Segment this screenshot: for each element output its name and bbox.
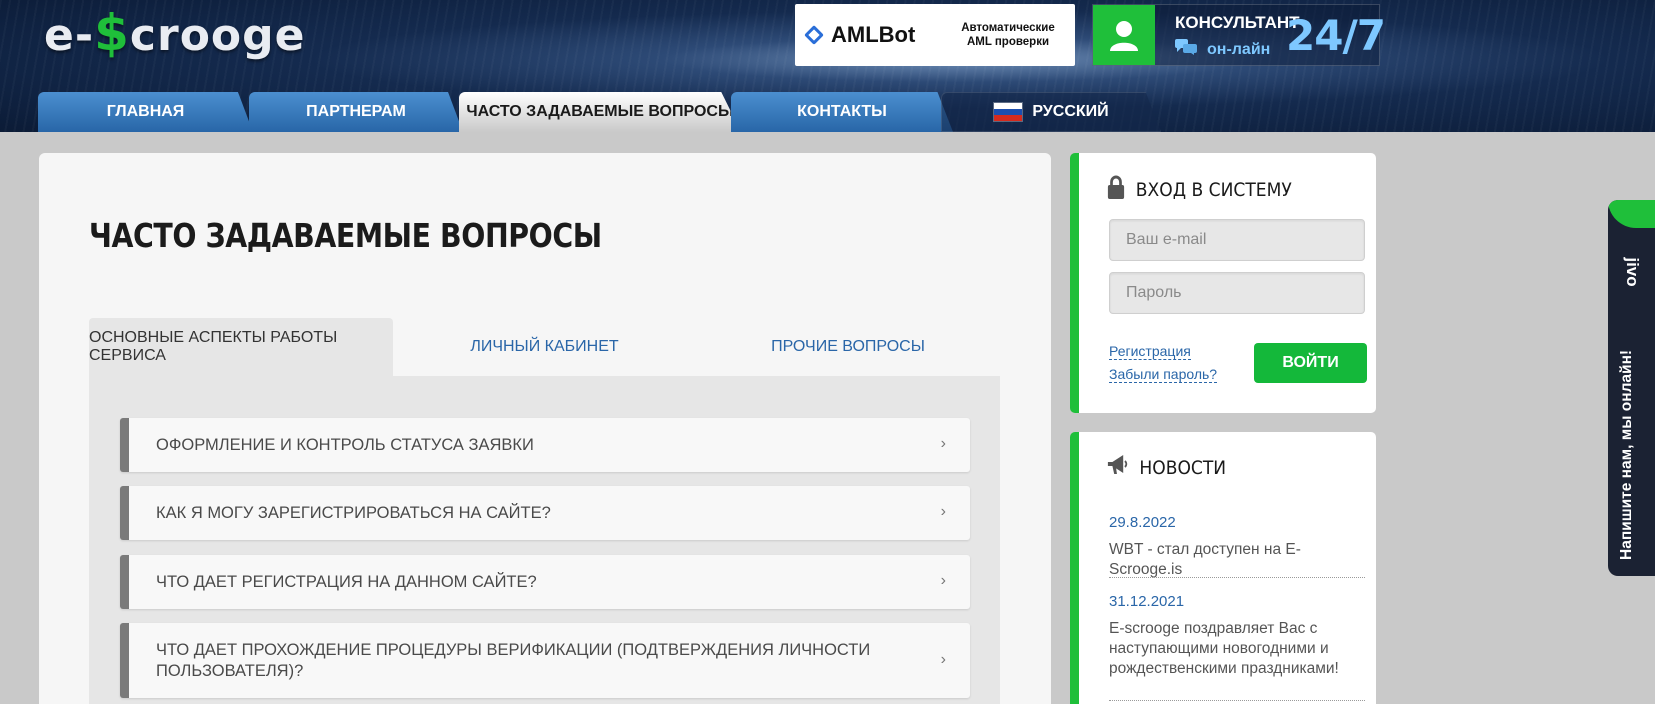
tab-personal-account[interactable]: Личный кабинет xyxy=(393,318,696,376)
faq-question: Как я могу зарегистрироваться на сайте? xyxy=(156,503,551,522)
chevron-right-icon: › xyxy=(940,572,946,589)
news-item[interactable]: 31.12.2021 E-scrooge поздравляет Вас с н… xyxy=(1109,593,1365,679)
password-field[interactable] xyxy=(1109,272,1365,314)
chat-bubbles-icon xyxy=(1175,39,1197,60)
news-card: Новости 29.8.2022 WBT - стал доступен на… xyxy=(1070,432,1376,704)
register-link[interactable]: Регистрация xyxy=(1109,343,1191,360)
tab-service-basics[interactable]: Основные аспекты работы сервиса xyxy=(89,318,393,376)
amlbot-banner[interactable]: AMLBot Автоматические AML проверки xyxy=(795,4,1075,66)
news-divider xyxy=(1109,700,1365,701)
nav-language[interactable]: Русский xyxy=(941,92,1161,132)
faq-item[interactable]: Оформление и контроль статуса заявки › xyxy=(120,418,970,472)
news-date: 31.12.2021 xyxy=(1109,593,1185,610)
news-title: Новости xyxy=(1107,454,1226,481)
lock-icon xyxy=(1107,175,1125,204)
consultant-status: он-лайн xyxy=(1207,40,1271,58)
chevron-right-icon: › xyxy=(940,435,946,452)
login-card: Вход в систему Регистрация Забыли пароль… xyxy=(1070,153,1376,413)
email-field[interactable] xyxy=(1109,219,1365,261)
news-date: 29.8.2022 xyxy=(1109,514,1176,531)
news-title-text: Новости xyxy=(1139,456,1227,479)
news-text: E-scrooge поздравляет Вас с наступающими… xyxy=(1109,620,1339,677)
faq-tabs: Основные аспекты работы сервиса Личный к… xyxy=(89,318,1000,376)
consultant-text: КОНСУЛЬТАНТ он-лайн xyxy=(1155,5,1300,65)
news-text: WBT - стал доступен на E-Scrooge.is xyxy=(1109,541,1301,578)
forgot-password-link[interactable]: Забыли пароль? xyxy=(1109,366,1218,383)
consultant-online: он-лайн xyxy=(1175,39,1300,60)
user-icon xyxy=(1093,5,1155,65)
nav-contacts[interactable]: Контакты xyxy=(731,92,953,132)
faq-item[interactable]: Как я могу зарегистрироваться на сайте? … xyxy=(120,486,970,540)
login-title: Вход в систему xyxy=(1107,175,1292,204)
faq-question: Что дает регистрация на данном сайте? xyxy=(156,572,537,591)
logo-prefix: e- xyxy=(44,10,95,61)
consultant-title: КОНСУЛЬТАНТ xyxy=(1175,13,1300,32)
page-title: ЧАСТО ЗАДАВАЕМЫЕ ВОПРОСЫ xyxy=(89,216,602,255)
login-button[interactable]: Войти xyxy=(1254,343,1367,383)
news-divider xyxy=(1109,577,1365,578)
faq-question: Что дает прохождение процедуры верификац… xyxy=(156,640,871,680)
jivo-prompt: Напишите нам, мы онлайн! xyxy=(1618,349,1635,560)
logo-suffix: crooge xyxy=(129,10,306,61)
amlbot-tagline: Автоматические AML проверки xyxy=(953,21,1063,49)
logo-dollar: $ xyxy=(94,4,130,62)
main-content: ЧАСТО ЗАДАВАЕМЫЕ ВОПРОСЫ Основные аспект… xyxy=(39,153,1051,704)
russia-flag-icon xyxy=(993,102,1024,122)
amlbot-diamond-icon xyxy=(804,25,824,45)
faq-question: Оформление и контроль статуса заявки xyxy=(156,435,534,454)
faq-item[interactable]: Что дает регистрация на данном сайте? › xyxy=(120,555,970,609)
nav-home[interactable]: Главная xyxy=(38,92,253,132)
language-label: Русский xyxy=(1032,103,1109,120)
tab-other-questions[interactable]: Прочие вопросы xyxy=(696,318,1000,376)
jivo-leaf-icon xyxy=(1608,200,1655,228)
login-title-text: Вход в систему xyxy=(1135,178,1292,201)
news-item[interactable]: 29.8.2022 WBT - стал доступен на E-Scroo… xyxy=(1109,514,1365,580)
jivo-logo: jivo xyxy=(1623,257,1642,287)
chevron-right-icon: › xyxy=(940,503,946,520)
faq-panel: Оформление и контроль статуса заявки › К… xyxy=(89,376,1000,704)
consultant-widget[interactable]: КОНСУЛЬТАНТ он-лайн 24/7 xyxy=(1092,4,1386,66)
faq-item[interactable]: Что дает прохождение процедуры верификац… xyxy=(120,623,970,698)
site-logo[interactable]: e-$crooge xyxy=(44,4,305,62)
consultant-hours: 24/7 xyxy=(1286,11,1386,60)
nav-faq[interactable]: Часто задаваемые вопросы xyxy=(459,92,741,132)
nav-partners[interactable]: Партнерам xyxy=(249,92,463,132)
jivo-chat-widget[interactable]: jivo Напишите нам, мы онлайн! xyxy=(1608,200,1655,576)
amlbot-tagline-line-2: AML проверки xyxy=(966,36,1050,48)
chevron-right-icon: › xyxy=(940,650,946,668)
amlbot-name: AMLBot xyxy=(831,22,916,47)
megaphone-icon xyxy=(1107,454,1129,481)
amlbot-tagline-line-1: Автоматические xyxy=(961,22,1055,34)
